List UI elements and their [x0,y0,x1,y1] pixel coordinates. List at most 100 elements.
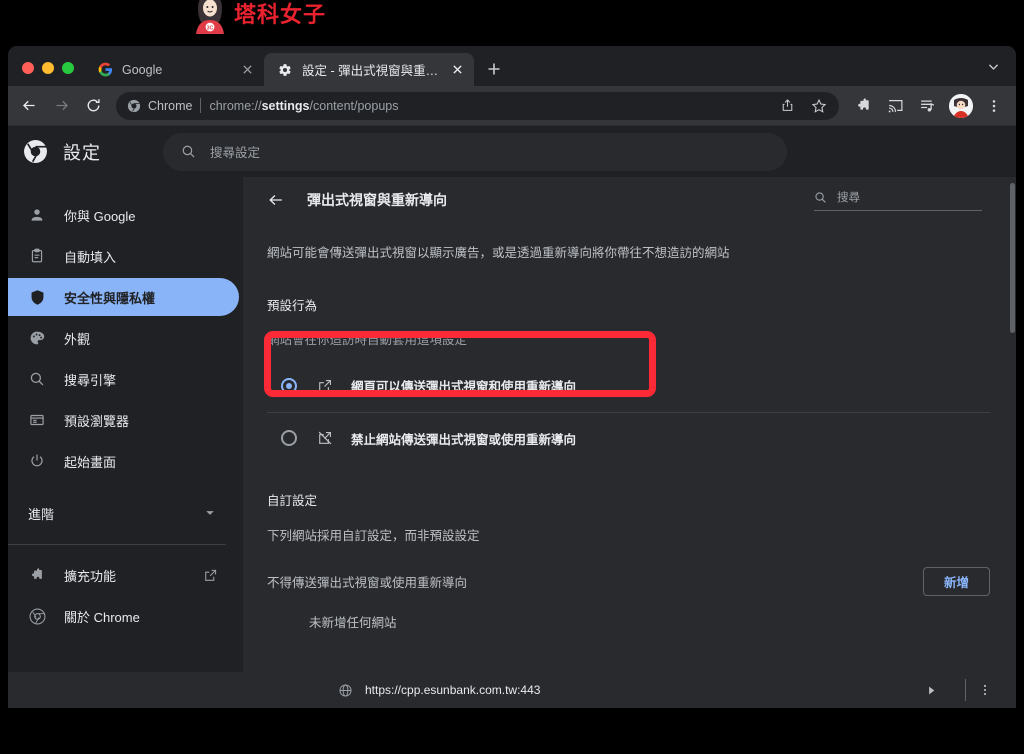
page-title: 設定 [63,142,101,163]
chrome-logo-icon [28,607,46,625]
settings-sidebar: 你與 Google 自動填入 安全性與隱私權 外觀 搜尋引擎 預設瀏覽器 起始畫… [8,177,242,707]
subpage-search-placeholder: 搜尋 [837,192,860,204]
reload-icon[interactable] [78,91,108,121]
sidebar-advanced-toggle[interactable]: 進階 [8,493,242,533]
puzzle-icon[interactable] [849,92,877,120]
search-placeholder: 搜尋設定 [210,146,261,160]
close-window-button[interactable] [22,62,34,74]
tab-title: Google [122,62,163,77]
chevron-down-icon[interactable] [980,53,1006,79]
add-blocked-site-button[interactable]: 新增 [922,567,990,597]
sidebar-item-label: 預設瀏覽器 [64,413,130,429]
settings-content: 彈出式視窗與重新導向 搜尋 網站可能會傳送彈出式視窗以顯示廣告，或是透過重新導向… [242,177,1016,707]
radio-option-allow-popups[interactable]: 網頁可以傳送彈出式視窗和使用重新導向 [267,360,990,412]
new-tab-button[interactable] [480,55,508,83]
subpage-title: 彈出式視窗與重新導向 [307,192,447,208]
three-dot-menu-icon[interactable] [980,92,1008,120]
browser-toolbar: Chrome chrome://settings/content/popups [8,86,1016,126]
status-url-group: https://cpp.esunbank.com.tw:443 [338,683,926,698]
window-controls [8,62,84,86]
tab-settings[interactable]: 設定 - 彈出式視窗與重新導向 [264,53,474,86]
sidebar-divider [8,544,226,545]
tab-close-button[interactable] [449,61,466,78]
cast-icon[interactable] [881,92,909,120]
share-icon[interactable] [775,94,799,118]
address-bar[interactable]: Chrome chrome://settings/content/popups [116,91,839,120]
forward-arrow-icon[interactable] [46,91,76,121]
sidebar-item-label: 外觀 [64,331,91,347]
sidebar-item-autofill[interactable]: 自動填入 [8,237,239,275]
watermark: 3C 塔科女子 [190,0,326,34]
page-description: 網站可能會傳送彈出式視窗以顯示廣告，或是透過重新導向將你帶往不想造訪的網站 [267,246,730,260]
sidebar-advanced-label: 進階 [28,506,55,522]
sidebar-item-you-and-google[interactable]: 你與 Google [8,196,239,234]
block-list-header: 不得傳送彈出式視窗或使用重新導向 新增 [267,554,990,610]
settings-header: 設定 搜尋設定 [8,126,1016,177]
radio-option-label: 網頁可以傳送彈出式視窗和使用重新導向 [351,380,577,395]
puzzle-icon [28,566,46,584]
settings-page: 設定 搜尋設定 你與 Google 自動填入 安全性與隱私權 外觀 搜尋引擎 預… [8,126,1016,707]
maximize-window-button[interactable] [62,62,74,74]
search-icon [814,191,827,204]
screen: Google 設定 - 彈出式視窗與重新導向 [0,0,1024,754]
radio-button[interactable] [281,430,297,447]
chip-label: Chrome [148,98,193,113]
block-list-label: 不得傳送彈出式視窗或使用重新導向 [267,576,468,591]
avatar[interactable] [949,93,973,118]
clipboard-icon [28,247,46,265]
sidebar-item-search-engine[interactable]: 搜尋引擎 [8,360,239,398]
sidebar-item-label: 擴充功能 [64,568,117,584]
radio-option-block-popups[interactable]: 禁止網站傳送彈出式視窗或使用重新導向 [267,411,990,464]
settings-gear-favicon [277,62,293,78]
three-dot-menu-icon[interactable] [966,676,1004,704]
block-list-empty-note: 未新增任何網站 [309,615,397,630]
popup-blocked-icon [317,430,333,446]
chrome-logo-icon [127,99,141,113]
shield-icon [28,288,46,306]
sidebar-item-appearance[interactable]: 外觀 [8,319,239,357]
custom-settings-heading: 自訂設定 [267,493,318,508]
radio-button[interactable] [281,377,297,394]
tab-title: 設定 - 彈出式視窗與重新導向 [302,64,440,78]
watermark-avatar-icon: 3C [190,0,230,34]
person-icon [28,206,46,224]
custom-settings-subtext: 下列網站採用自訂設定，而非預設設定 [267,528,480,543]
chevron-down-icon [204,507,216,519]
tab-close-button[interactable] [239,61,256,78]
sidebar-item-default-browser[interactable]: 預設瀏覽器 [8,401,239,439]
sidebar-item-label: 起始畫面 [64,454,117,470]
scrollbar-thumb[interactable] [1010,183,1015,333]
google-favicon [97,62,113,78]
settings-body: 你與 Google 自動填入 安全性與隱私權 外觀 搜尋引擎 預設瀏覽器 起始畫… [8,177,1016,707]
reading-list-icon[interactable] [913,92,941,120]
sidebar-item-label: 關於 Chrome [64,609,140,625]
globe-icon [338,683,353,698]
back-arrow-icon[interactable] [267,191,285,209]
tab-google[interactable]: Google [84,53,264,86]
chrome-logo-icon [22,139,48,165]
minimize-window-button[interactable] [42,62,54,74]
play-triangle-icon[interactable] [926,685,937,696]
sidebar-item-label: 搜尋引擎 [64,372,117,388]
sidebar-item-extensions[interactable]: 擴充功能 [8,556,239,594]
subpage-search-input[interactable]: 搜尋 [814,189,982,211]
watermark-text: 塔科女子 [234,2,327,27]
back-arrow-icon[interactable] [14,91,44,121]
default-behavior-subtext: 網站會在你造訪時自動套用這項設定 [267,332,468,347]
popup-allowed-icon [317,378,333,394]
search-settings-input[interactable]: 搜尋設定 [163,132,787,171]
sidebar-item-label: 安全性與隱私權 [64,290,156,306]
star-icon[interactable] [807,94,831,118]
content-scrollbar[interactable] [1009,177,1016,707]
browser-window-icon [28,411,46,429]
sidebar-item-about-chrome[interactable]: 關於 Chrome [8,597,239,635]
chip-separator [200,98,202,113]
svg-text:3C: 3C [207,25,214,31]
sidebar-item-label: 自動填入 [64,249,117,265]
default-behavior-heading: 預設行為 [267,298,318,313]
tab-strip: Google 設定 - 彈出式視窗與重新導向 [8,46,1016,86]
site-chip[interactable]: Chrome [127,99,192,113]
sidebar-item-on-startup[interactable]: 起始畫面 [8,442,239,480]
power-icon [28,452,46,470]
sidebar-item-security[interactable]: 安全性與隱私權 [8,278,239,316]
